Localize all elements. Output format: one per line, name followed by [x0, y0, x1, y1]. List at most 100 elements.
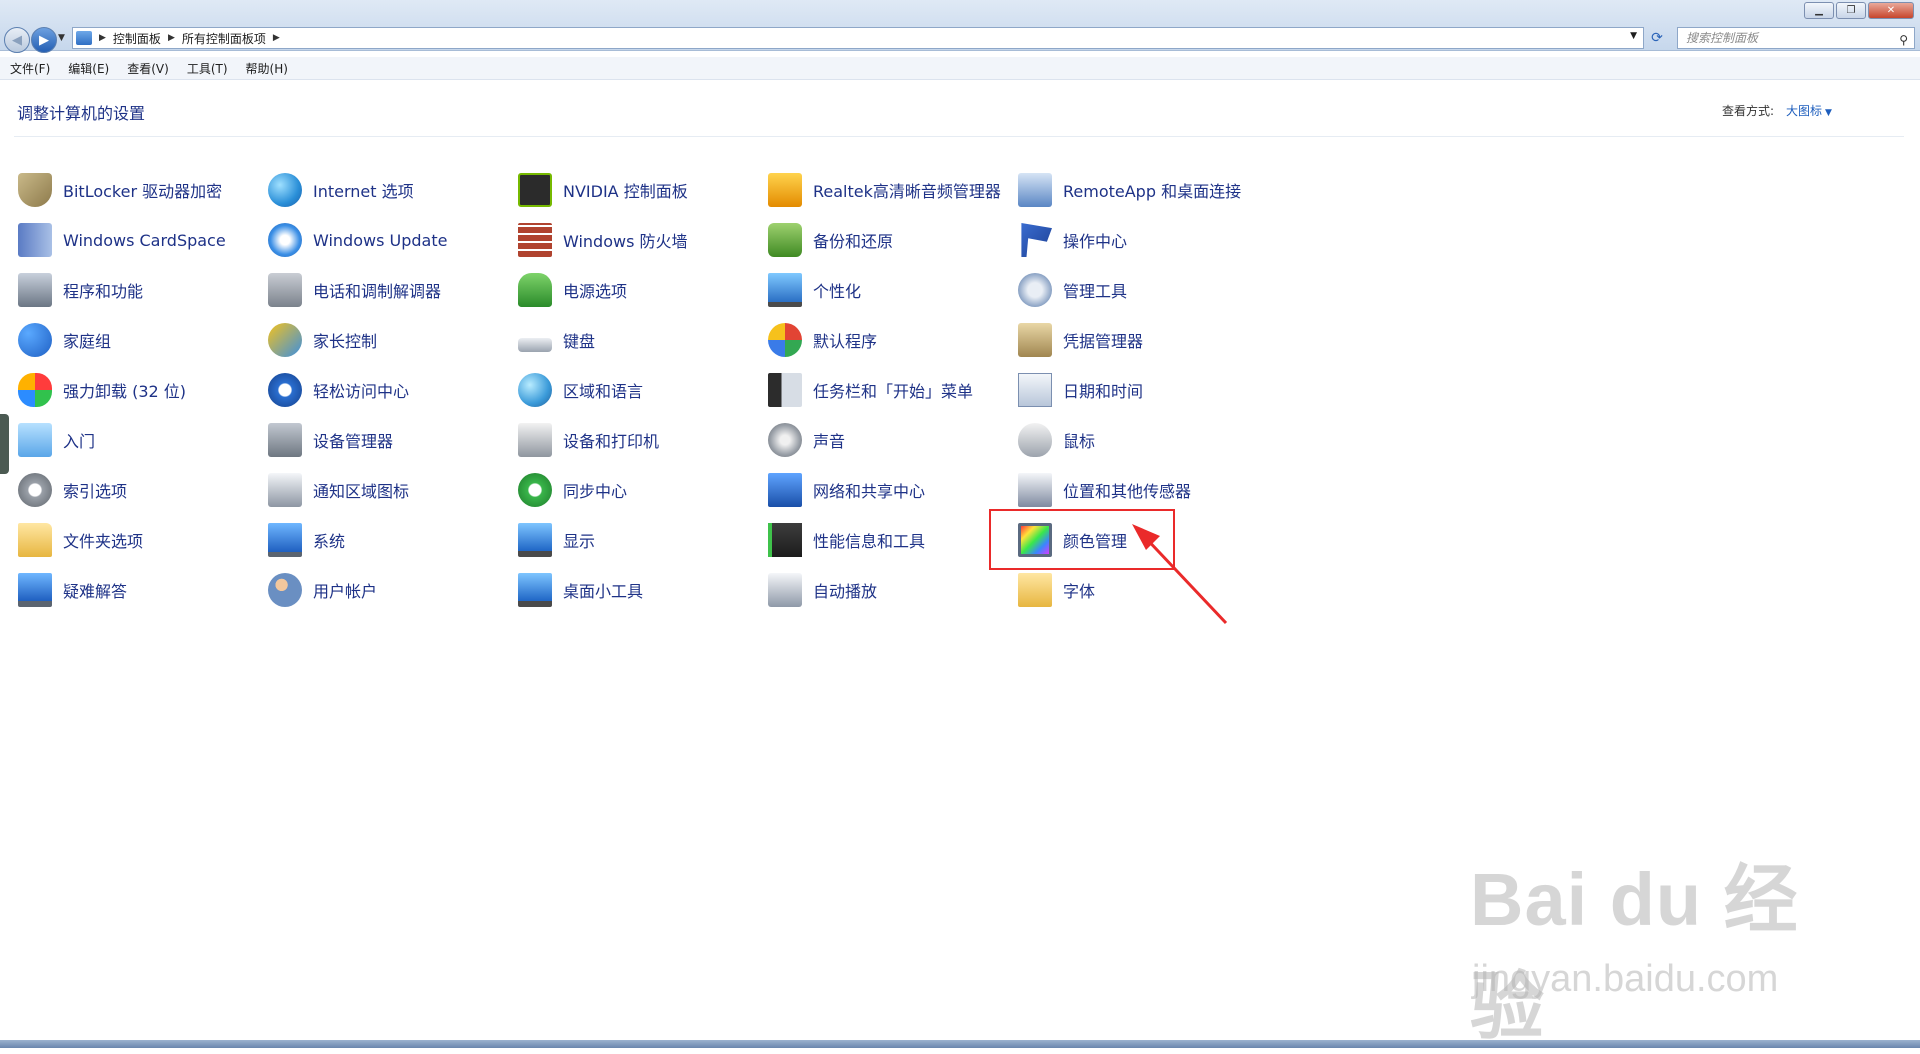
- default-programs-icon: [768, 323, 802, 357]
- menu-tools[interactable]: 工具(T): [179, 60, 236, 77]
- page-title: 调整计算机的设置: [17, 104, 146, 123]
- menu-help[interactable]: 帮助(H): [238, 60, 296, 77]
- view-by-dropdown[interactable]: 大图标 ▼: [1786, 102, 1832, 119]
- breadcrumb-all-items[interactable]: 所有控制面板项: [182, 30, 266, 47]
- cp-item-fonts[interactable]: 字体: [1018, 570, 1095, 610]
- menu-file[interactable]: 文件(F): [2, 60, 58, 77]
- cp-item-cardspace[interactable]: Windows CardSpace: [18, 220, 226, 260]
- cp-item-bitlocker[interactable]: BitLocker 驱动器加密: [18, 170, 222, 210]
- keyboard-icon: [518, 338, 552, 352]
- cp-item-sync-center[interactable]: 同步中心: [518, 470, 627, 510]
- programs-icon: [18, 273, 52, 307]
- cp-item-internet-options[interactable]: Internet 选项: [268, 170, 414, 210]
- minimize-button[interactable]: ▁: [1804, 2, 1834, 19]
- menu-edit[interactable]: 编辑(E): [60, 60, 117, 77]
- cp-item-programs[interactable]: 程序和功能: [18, 270, 143, 310]
- cp-item-region[interactable]: 区域和语言: [518, 370, 643, 410]
- desktop-gadgets-icon: [518, 573, 552, 607]
- cp-item-label: Internet 选项: [313, 182, 414, 201]
- cp-item-date-time[interactable]: 日期和时间: [1018, 370, 1143, 410]
- cp-item-folder-options[interactable]: 文件夹选项: [18, 520, 143, 560]
- address-dropdown-icon[interactable]: ▼: [1630, 31, 1637, 41]
- cp-item-homegroup[interactable]: 家庭组: [18, 320, 111, 360]
- indexing-icon: [18, 473, 52, 507]
- cp-item-keyboard[interactable]: 键盘: [518, 320, 595, 360]
- realtek-audio-icon: [768, 173, 802, 207]
- cp-item-label: 入门: [63, 432, 96, 451]
- mouse-icon: [1018, 423, 1052, 457]
- cp-item-realtek[interactable]: Realtek高清晰音频管理器: [768, 170, 1001, 210]
- cp-item-nvidia[interactable]: NVIDIA 控制面板: [518, 170, 688, 210]
- sound-icon: [768, 423, 802, 457]
- cp-item-device-manager[interactable]: 设备管理器: [268, 420, 393, 460]
- cp-item-getting-started[interactable]: 入门: [18, 420, 95, 460]
- cp-item-parental[interactable]: 家长控制: [268, 320, 377, 360]
- cp-item-performance[interactable]: 性能信息和工具: [768, 520, 925, 560]
- cp-item-ease-of-access[interactable]: 轻松访问中心: [268, 370, 409, 410]
- homegroup-icon: [18, 323, 52, 357]
- breadcrumb-control-panel[interactable]: 控制面板: [113, 30, 161, 47]
- cp-item-sound[interactable]: 声音: [768, 420, 845, 460]
- cp-item-label: 声音: [813, 432, 846, 451]
- region-language-icon: [518, 373, 552, 407]
- cp-item-label: Realtek高清晰音频管理器: [813, 182, 1001, 201]
- cp-item-credential[interactable]: 凭据管理器: [1018, 320, 1143, 360]
- breadcrumb-chevron-icon[interactable]: ▶: [168, 33, 175, 43]
- cp-item-admin-tools[interactable]: 管理工具: [1018, 270, 1127, 310]
- cp-item-gadgets[interactable]: 桌面小工具: [518, 570, 643, 610]
- forward-button[interactable]: ▶: [31, 27, 57, 53]
- cp-item-action-center[interactable]: 操作中心: [1018, 220, 1127, 260]
- search-input[interactable]: 搜索控制面板 ⚲: [1677, 27, 1915, 49]
- address-bar[interactable]: ▶ 控制面板 ▶ 所有控制面板项 ▶ ▼: [72, 27, 1644, 49]
- cp-item-label: 强力卸载 (32 位): [63, 382, 187, 401]
- cp-item-label: 自动播放: [813, 582, 878, 601]
- cp-item-personalization[interactable]: 个性化: [768, 270, 861, 310]
- fonts-icon: [1018, 573, 1052, 607]
- menu-view[interactable]: 查看(V): [119, 60, 177, 77]
- maximize-button[interactable]: ❐: [1836, 2, 1866, 19]
- recent-pages-dropdown-icon[interactable]: ▼: [58, 33, 65, 43]
- cp-item-label: 字体: [1063, 582, 1096, 601]
- cp-item-label: 疑难解答: [63, 582, 128, 601]
- cp-item-notification-icons[interactable]: 通知区域图标: [268, 470, 409, 510]
- cp-item-phone-modem[interactable]: 电话和调制解调器: [268, 270, 441, 310]
- cp-item-location[interactable]: 位置和其他传感器: [1018, 470, 1191, 510]
- taskbar: [0, 1040, 1920, 1048]
- search-placeholder: 搜索控制面板: [1686, 31, 1759, 45]
- cp-item-firewall[interactable]: Windows 防火墙: [518, 220, 688, 260]
- cp-item-label: Windows Update: [313, 230, 448, 250]
- refresh-icon[interactable]: ⟳: [1646, 27, 1668, 49]
- breadcrumb-chevron-icon[interactable]: ▶: [99, 33, 106, 43]
- cp-item-default-programs[interactable]: 默认程序: [768, 320, 877, 360]
- cp-item-taskbar[interactable]: 任务栏和「开始」菜单: [768, 370, 973, 410]
- cp-item-system[interactable]: 系统: [268, 520, 345, 560]
- cp-item-windows-update[interactable]: Windows Update: [268, 220, 447, 260]
- cp-item-label: 系统: [313, 532, 346, 551]
- cp-item-remoteapp[interactable]: RemoteApp 和桌面连接: [1018, 170, 1241, 210]
- back-button[interactable]: ◀: [4, 27, 30, 53]
- cp-item-label: 通知区域图标: [313, 482, 410, 501]
- admin-tools-icon: [1018, 273, 1052, 307]
- cp-item-label: 索引选项: [63, 482, 128, 501]
- cp-item-troubleshooting[interactable]: 疑难解答: [18, 570, 127, 610]
- display-icon: [518, 523, 552, 557]
- performance-icon: [768, 523, 802, 557]
- search-icon[interactable]: ⚲: [1899, 30, 1908, 50]
- close-button[interactable]: ✕: [1868, 2, 1914, 19]
- troubleshooting-icon: [18, 573, 52, 607]
- cp-item-devices-printers[interactable]: 设备和打印机: [518, 420, 659, 460]
- device-manager-icon: [268, 423, 302, 457]
- cp-item-label: 性能信息和工具: [813, 532, 926, 551]
- cp-item-uninstaller[interactable]: 强力卸载 (32 位): [18, 370, 186, 410]
- cp-item-backup[interactable]: 备份和还原: [768, 220, 893, 260]
- cp-item-user-accounts[interactable]: 用户帐户: [268, 570, 377, 610]
- cp-item-network[interactable]: 网络和共享中心: [768, 470, 925, 510]
- cp-item-label: BitLocker 驱动器加密: [63, 182, 223, 201]
- cp-item-indexing[interactable]: 索引选项: [18, 470, 127, 510]
- cp-item-power[interactable]: 电源选项: [518, 270, 627, 310]
- breadcrumb-chevron-icon[interactable]: ▶: [273, 33, 280, 43]
- cp-item-mouse[interactable]: 鼠标: [1018, 420, 1095, 460]
- cp-item-display[interactable]: 显示: [518, 520, 595, 560]
- cp-item-autoplay[interactable]: 自动播放: [768, 570, 877, 610]
- side-panel-handle[interactable]: [0, 414, 9, 474]
